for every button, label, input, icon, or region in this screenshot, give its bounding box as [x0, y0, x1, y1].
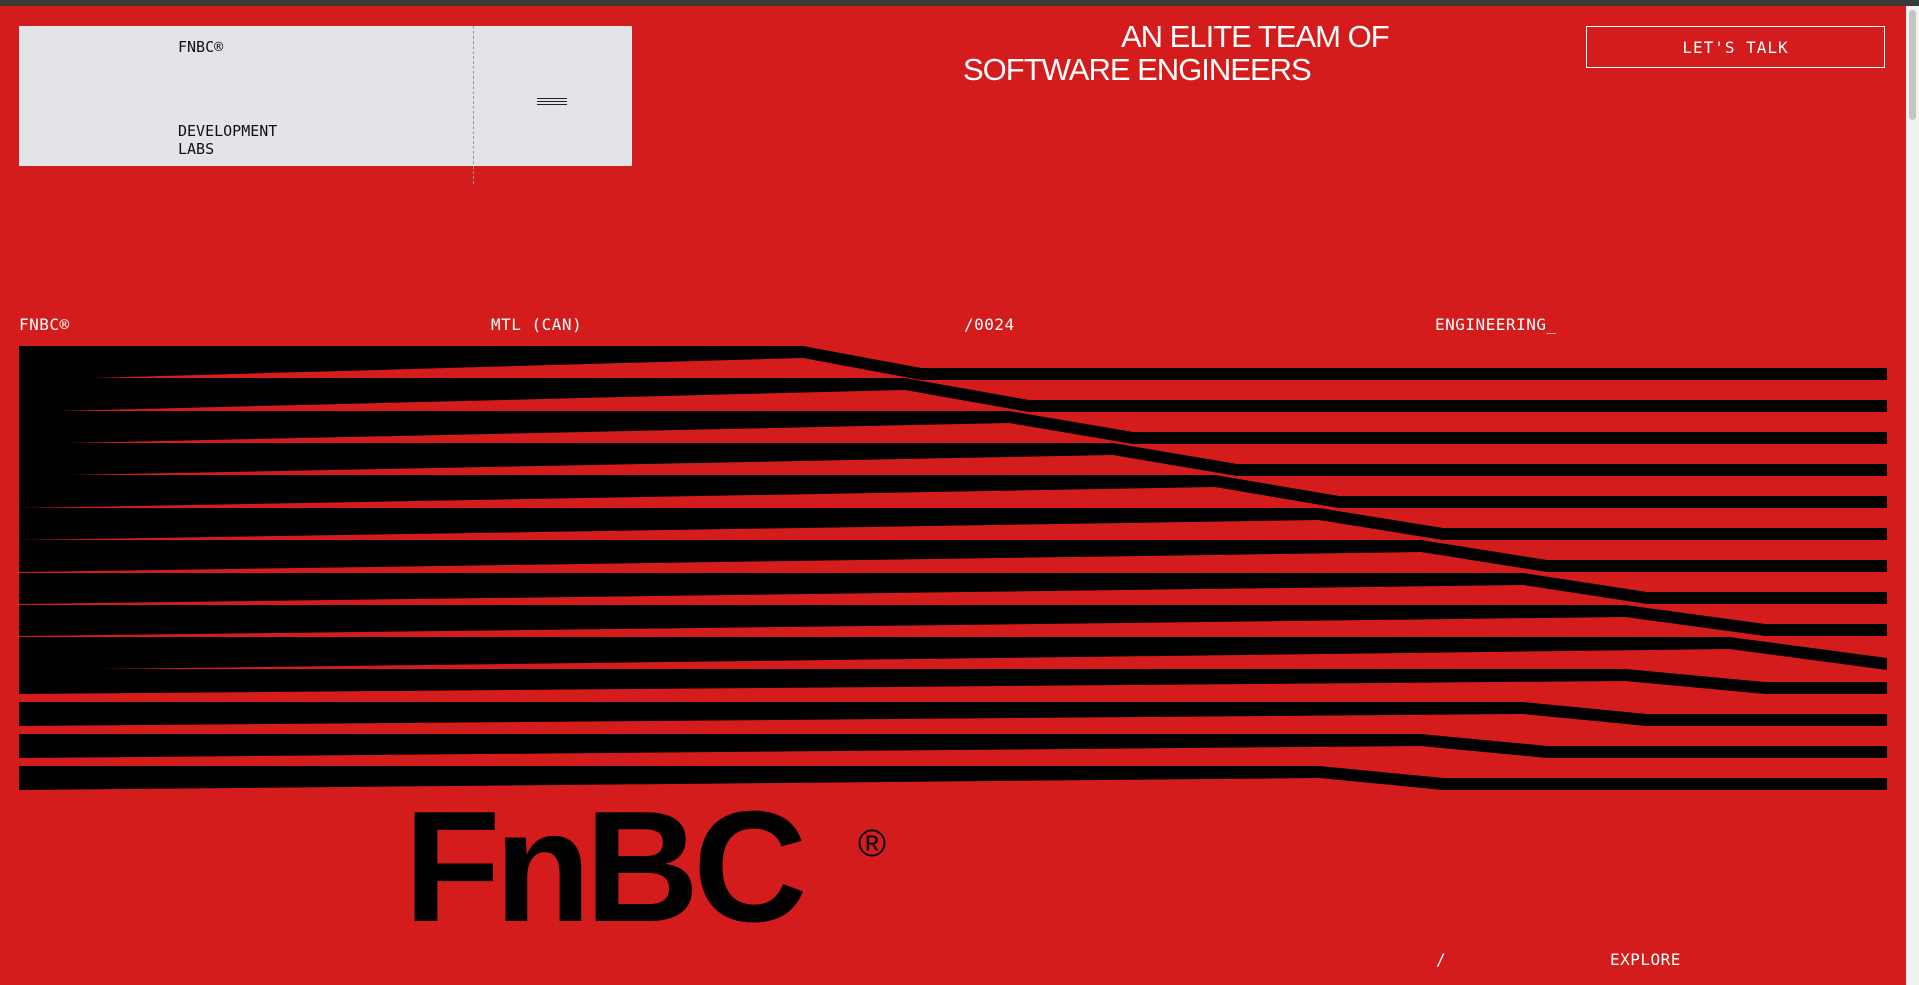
stripe-graphic — [19, 346, 1887, 790]
meta-location: MTL (CAN) — [491, 315, 583, 334]
headline-line-2: SOFTWARE ENGINEERS — [963, 52, 1312, 87]
stripe-band — [19, 573, 1887, 604]
browser-top-bar — [0, 0, 1919, 6]
footer-slash: / — [1436, 950, 1447, 969]
stripe-band — [19, 378, 1887, 412]
registered-mark: ® — [858, 823, 886, 865]
scrollbar[interactable] — [1906, 6, 1919, 985]
stripe-band — [19, 508, 1887, 540]
stripe-band — [19, 702, 1887, 726]
card-divider — [473, 26, 474, 184]
scrollbar-thumb[interactable] — [1909, 10, 1916, 120]
stripe-band — [19, 475, 1887, 508]
stripe-band — [19, 637, 1887, 670]
stripe-band — [19, 540, 1887, 572]
stripe-band — [19, 734, 1887, 758]
brand-subtitle: DEVELOPMENT LABS — [178, 122, 278, 158]
stripe-band — [19, 443, 1887, 476]
hamburger-icon[interactable] — [537, 98, 569, 112]
stripe-band — [19, 346, 1887, 380]
stripe-band — [19, 411, 1887, 444]
stripe-band — [19, 669, 1887, 694]
stripe-band — [19, 605, 1887, 636]
hero-headline: AN ELITE TEAM OF SOFTWARE ENGINEERS — [963, 20, 1423, 86]
brand-name: FNBC® — [178, 38, 224, 56]
fnbc-wordmark: FnBC — [404, 779, 807, 955]
meta-brand: FNBC® — [19, 315, 70, 334]
lets-talk-button[interactable]: LET'S TALK — [1586, 26, 1885, 68]
stripe-band — [19, 766, 1887, 790]
meta-number: /0024 — [964, 315, 1015, 334]
logo-card[interactable]: FNBC® DEVELOPMENT LABS — [19, 26, 632, 184]
headline-line-1: AN ELITE TEAM OF — [1121, 19, 1390, 54]
explore-link[interactable]: EXPLORE — [1610, 950, 1681, 969]
meta-discipline: ENGINEERING_ — [1435, 315, 1557, 334]
